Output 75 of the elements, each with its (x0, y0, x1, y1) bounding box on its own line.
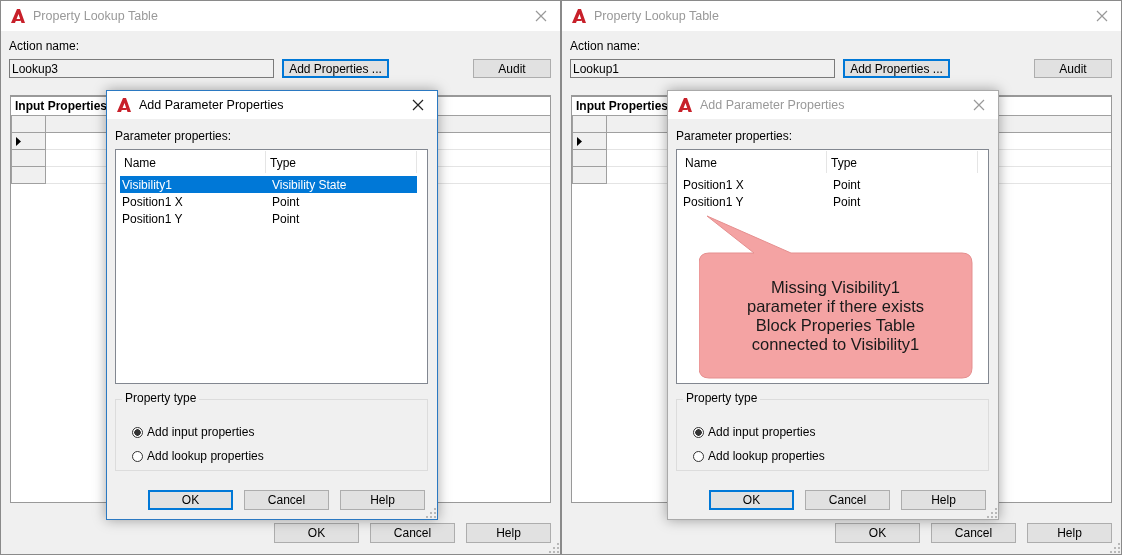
column-header[interactable]: Name (681, 151, 827, 173)
field-label: Action name: (570, 39, 642, 53)
app-logo-icon (10, 8, 26, 24)
cell-text: Point (832, 194, 861, 209)
cell-text: Point (271, 211, 300, 226)
button[interactable]: Cancel (244, 490, 329, 510)
column-header: Input Properties (575, 98, 669, 115)
action-name-field[interactable]: Lookup3 (9, 59, 274, 78)
column-header[interactable]: Name (120, 151, 266, 173)
radio-button[interactable] (693, 450, 704, 462)
window-title: Property Lookup Table (33, 9, 158, 23)
button[interactable]: Cancel (805, 490, 890, 510)
radio-button[interactable] (693, 426, 704, 438)
row-header[interactable] (11, 133, 46, 150)
radio-button[interactable] (132, 426, 143, 438)
list-row[interactable]: Visibility1 Visibility State (120, 176, 417, 193)
close-icon (1096, 10, 1108, 22)
cell-text: Position1 X (121, 194, 184, 209)
size-grip-icon (986, 507, 997, 518)
radio-label[interactable]: Add lookup properties (147, 449, 264, 463)
row-header[interactable] (572, 133, 607, 150)
radio-label[interactable]: Add input properties (708, 425, 816, 439)
group-label: Property type (683, 391, 761, 405)
list-row[interactable]: Position1 Y Point (681, 193, 978, 210)
button[interactable]: Help (901, 490, 986, 510)
window-title: Add Parameter Properties (700, 98, 845, 112)
cell-text: Point (271, 194, 300, 209)
current-row-icon (16, 136, 21, 146)
window-title: Property Lookup Table (594, 9, 719, 23)
list-label: Parameter properties: (676, 129, 794, 143)
button[interactable]: Cancel (931, 523, 1016, 543)
button[interactable]: OK (835, 523, 920, 543)
close-icon (535, 10, 547, 22)
cell-text: Visibility State (271, 177, 347, 192)
close-icon (973, 99, 985, 111)
close-icon (412, 99, 424, 111)
radio-button[interactable] (132, 450, 143, 462)
column-header[interactable]: Type (266, 151, 417, 173)
button[interactable]: Audit (1034, 59, 1112, 78)
callout-text: Missing Visibility1 parameter if there exists Block Properies Table connected to Visibility1 (746, 276, 925, 355)
current-row-icon (577, 136, 582, 146)
size-grip-icon (1109, 542, 1120, 553)
button[interactable]: OK (274, 523, 359, 543)
cell-text: Position1 Y (682, 194, 745, 209)
app-logo-icon (677, 97, 693, 113)
list-label: Parameter properties: (115, 129, 233, 143)
button[interactable]: Help (466, 523, 551, 543)
button[interactable]: Audit (473, 59, 551, 78)
column-header[interactable]: Type (827, 151, 978, 173)
list-row[interactable]: Position1 X Point (681, 176, 978, 193)
app-logo-icon (571, 8, 587, 24)
cell-text: Position1 X (682, 177, 745, 192)
list-row[interactable]: Position1 Y Point (120, 210, 417, 227)
window-title: Add Parameter Properties (139, 98, 284, 112)
default-button[interactable]: Add Properties ... (843, 59, 950, 78)
app-logo-icon (116, 97, 132, 113)
size-grip-icon (425, 507, 436, 518)
field-label: Action name: (9, 39, 81, 53)
radio-label[interactable]: Add lookup properties (708, 449, 825, 463)
close-button[interactable] (411, 98, 425, 112)
cell-text: Position1 Y (121, 211, 184, 226)
cell-text: Visibility1 (121, 177, 173, 192)
action-name-field[interactable]: Lookup1 (570, 59, 835, 78)
default-button[interactable]: Add Properties ... (282, 59, 389, 78)
list-row[interactable]: Position1 X Point (120, 193, 417, 210)
button[interactable]: Cancel (370, 523, 455, 543)
default-button[interactable]: OK (148, 490, 233, 510)
radio-label[interactable]: Add input properties (147, 425, 255, 439)
button[interactable]: Help (340, 490, 425, 510)
default-button[interactable]: OK (709, 490, 794, 510)
group-label: Property type (122, 391, 200, 405)
column-header: Input Properties (14, 98, 108, 115)
cell-text: Point (832, 177, 861, 192)
button[interactable]: Help (1027, 523, 1112, 543)
size-grip-icon (548, 542, 559, 553)
